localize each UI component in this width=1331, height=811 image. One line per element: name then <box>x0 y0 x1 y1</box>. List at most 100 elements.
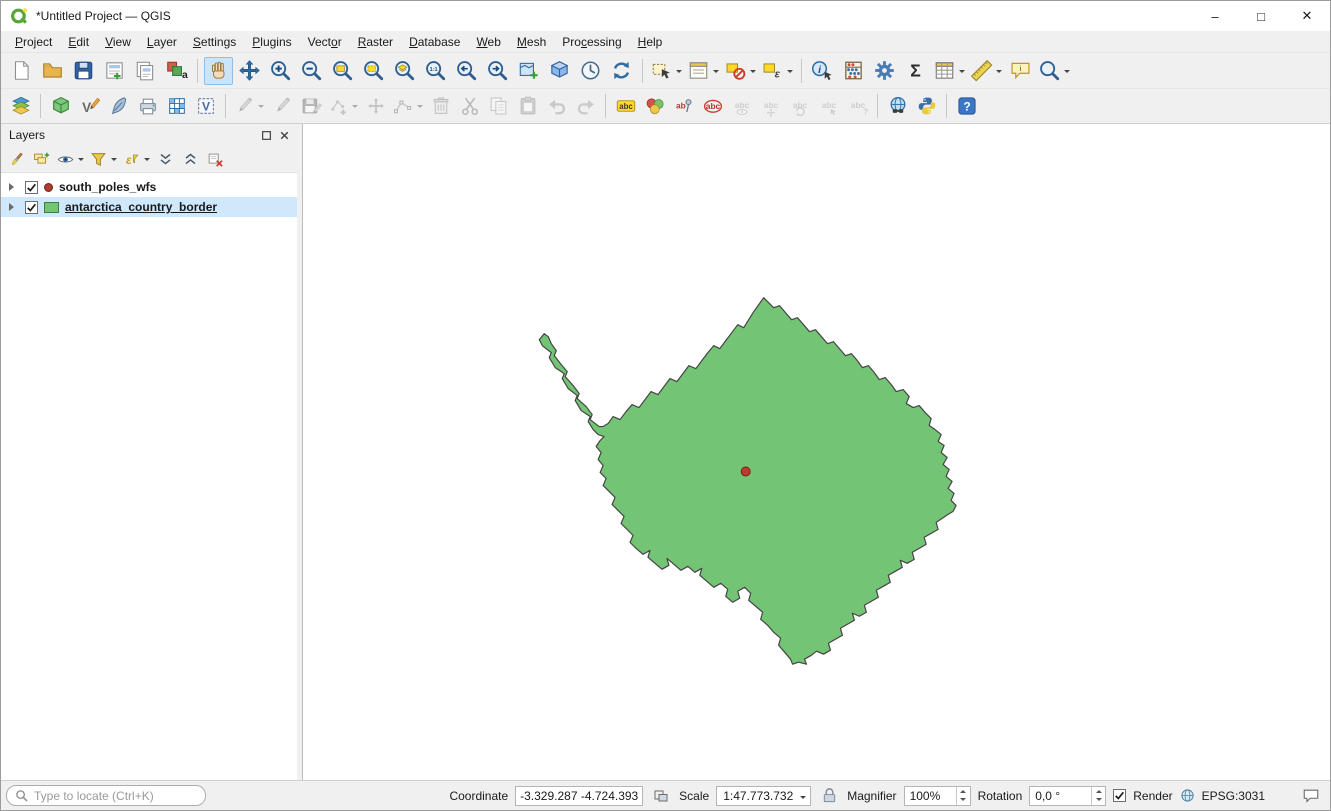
filter-legend-dropdown-caret-icon[interactable] <box>109 148 118 170</box>
new-temporary-scratch-layer-button[interactable] <box>134 93 161 119</box>
remove-layer-button[interactable] <box>204 147 227 171</box>
filter-legend-button[interactable] <box>88 147 119 171</box>
open-field-calculator-button[interactable] <box>839 57 868 85</box>
rotation-spinbox[interactable]: 0,0 ° <box>1029 786 1106 806</box>
layer-item-south_poles_wfs[interactable]: south_poles_wfs <box>1 177 297 197</box>
add-group-button[interactable] <box>30 147 53 171</box>
select-by-expression-button[interactable]: ε <box>760 57 795 85</box>
zoom-last-button[interactable] <box>452 57 481 85</box>
filter-by-expression-dropdown-caret-icon[interactable] <box>142 148 151 170</box>
help-contents-button[interactable]: ? <box>953 93 980 119</box>
open-layer-styling-panel-button[interactable] <box>5 147 28 171</box>
layer-labeling-options-button[interactable]: abc <box>612 93 639 119</box>
locate-search[interactable] <box>6 785 206 806</box>
new-geopackage-layer-button[interactable] <box>47 93 74 119</box>
menu-vector[interactable]: Vector <box>300 33 350 51</box>
expand-arrow-icon[interactable] <box>9 183 18 191</box>
open-attribute-table-button[interactable] <box>932 57 967 85</box>
scale-combobox[interactable]: 1:47.773.732 <box>716 786 811 806</box>
menu-project[interactable]: Project <box>7 33 60 51</box>
float-panel-button[interactable] <box>258 127 274 143</box>
menu-settings[interactable]: Settings <box>185 33 244 51</box>
manage-map-themes-button[interactable] <box>55 147 86 171</box>
menu-edit[interactable]: Edit <box>60 33 97 51</box>
spin-up-button[interactable] <box>1092 787 1105 796</box>
select-features-button[interactable] <box>649 57 684 85</box>
crs-status[interactable]: EPSG:3031 <box>1202 789 1265 803</box>
menu-web[interactable]: Web <box>468 33 508 51</box>
new-shapefile-layer-button[interactable]: V <box>76 93 103 119</box>
highlight-pinned-labels-button[interactable]: abc <box>699 93 726 119</box>
manage-map-themes-dropdown-caret-icon[interactable] <box>76 148 85 170</box>
spin-up-button[interactable] <box>957 787 970 796</box>
zoom-in-button[interactable] <box>266 57 295 85</box>
add-feature-dropdown-caret-icon[interactable] <box>350 94 359 118</box>
filter-by-expression-button[interactable]: ε <box>121 147 152 171</box>
statistical-summary-button[interactable]: Σ <box>901 57 930 85</box>
pan-to-selection-button[interactable] <box>235 57 264 85</box>
zoom-full-button[interactable] <box>328 57 357 85</box>
select-by-expression-dropdown-caret-icon[interactable] <box>785 58 794 84</box>
expand-all-button[interactable] <box>154 147 177 171</box>
map-tips-button[interactable]: i <box>1006 57 1035 85</box>
menu-view[interactable]: View <box>97 33 139 51</box>
zoom-next-button[interactable] <box>483 57 512 85</box>
current-edits-dropdown-caret-icon[interactable] <box>256 94 265 118</box>
extents-toggle-button[interactable] <box>650 785 672 807</box>
messages-button[interactable] <box>1300 785 1322 807</box>
zoom-to-selection-button[interactable] <box>359 57 388 85</box>
metasearch-button[interactable] <box>884 93 911 119</box>
coordinate-value[interactable]: -3.329.287 -4.724.393 <box>515 786 643 806</box>
identify-features-button[interactable]: i <box>808 57 837 85</box>
select-features-by-value-button[interactable] <box>686 57 721 85</box>
menu-mesh[interactable]: Mesh <box>509 33 554 51</box>
layer-diagram-options-button[interactable] <box>641 93 668 119</box>
nominatim-search-dropdown-caret-icon[interactable] <box>1062 58 1071 84</box>
select-features-dropdown-caret-icon[interactable] <box>674 58 683 84</box>
pin-unpin-labels-button[interactable]: ab <box>670 93 697 119</box>
open-project-button[interactable] <box>38 57 67 85</box>
vertex-tool-dropdown-caret-icon[interactable] <box>415 94 424 118</box>
menu-processing[interactable]: Processing <box>554 33 629 51</box>
temporal-controller-button[interactable] <box>576 57 605 85</box>
new-spatialite-layer-button[interactable] <box>105 93 132 119</box>
zoom-native-button[interactable]: 1:1 <box>421 57 450 85</box>
magnifier-spinbox[interactable]: 100% <box>904 786 971 806</box>
zoom-out-button[interactable] <box>297 57 326 85</box>
layer-visibility-checkbox[interactable] <box>25 181 38 194</box>
select-features-by-value-dropdown-caret-icon[interactable] <box>711 58 720 84</box>
measure-line-dropdown-caret-icon[interactable] <box>994 58 1003 84</box>
style-manager-button[interactable]: a <box>162 57 191 85</box>
processing-toolbox-button[interactable] <box>870 57 899 85</box>
open-attribute-table-dropdown-caret-icon[interactable] <box>957 58 966 84</box>
save-project-button[interactable] <box>69 57 98 85</box>
close-panel-button[interactable] <box>276 127 292 143</box>
zoom-to-layer-button[interactable] <box>390 57 419 85</box>
render-checkbox[interactable] <box>1113 789 1126 802</box>
menu-raster[interactable]: Raster <box>350 33 401 51</box>
spin-down-button[interactable] <box>957 796 970 805</box>
data-source-manager-button[interactable] <box>7 93 34 119</box>
pan-map-button[interactable] <box>204 57 233 85</box>
deselect-features-button[interactable] <box>723 57 758 85</box>
show-layout-manager-button[interactable] <box>131 57 160 85</box>
measure-line-button[interactable] <box>969 57 1004 85</box>
layer-item-antarctica_country_border[interactable]: antarctica_country_border <box>1 197 297 217</box>
new-virtual-layer-button[interactable]: V <box>192 93 219 119</box>
python-console-button[interactable] <box>913 93 940 119</box>
new-mesh-layer-button[interactable] <box>163 93 190 119</box>
refresh-map-button[interactable] <box>607 57 636 85</box>
deselect-features-dropdown-caret-icon[interactable] <box>748 58 757 84</box>
lock-scale-button[interactable] <box>818 785 840 807</box>
map-canvas[interactable] <box>302 124 1330 780</box>
layer-visibility-checkbox[interactable] <box>25 201 38 214</box>
close-button[interactable]: ✕ <box>1284 1 1330 31</box>
maximize-button[interactable]: □ <box>1238 1 1284 31</box>
menu-help[interactable]: Help <box>630 33 671 51</box>
menu-layer[interactable]: Layer <box>139 33 185 51</box>
new-map-view-button[interactable] <box>514 57 543 85</box>
locate-input[interactable] <box>34 789 197 803</box>
spin-down-button[interactable] <box>1092 796 1105 805</box>
nominatim-search-button[interactable] <box>1037 57 1072 85</box>
expand-arrow-icon[interactable] <box>9 203 18 211</box>
